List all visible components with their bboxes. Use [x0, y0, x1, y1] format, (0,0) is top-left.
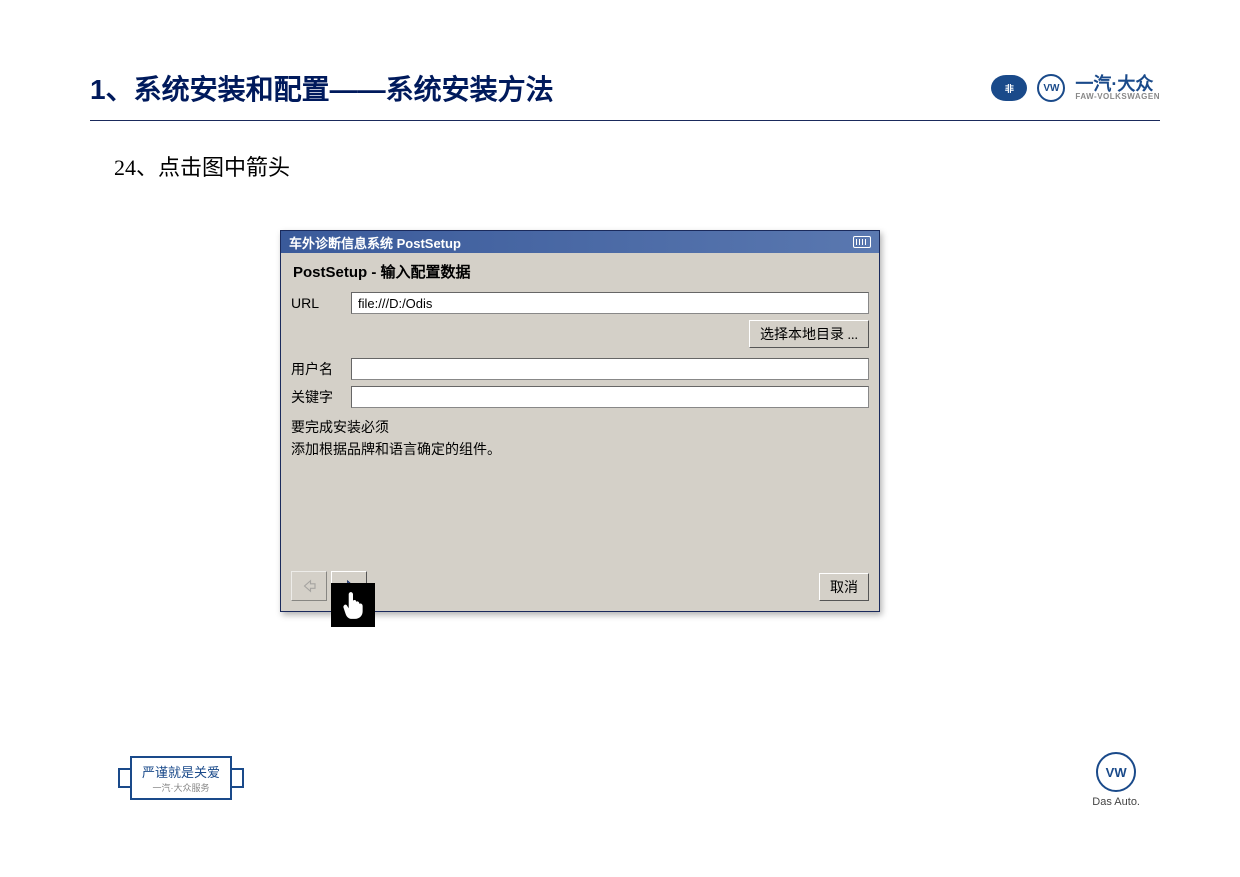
header-logos: 非 VW 一汽·大众 FAW-VOLKSWAGEN — [991, 74, 1160, 102]
url-row: URL — [291, 292, 869, 314]
nav-row: 取消 — [291, 571, 869, 601]
cancel-button[interactable]: 取消 — [819, 573, 869, 601]
window-subtitle: PostSetup - 输入配置数据 — [291, 261, 869, 282]
step-instruction: 24、点击图中箭头 — [114, 150, 290, 182]
brand-sub: FAW-VOLKSWAGEN — [1075, 93, 1160, 101]
cursor-hand-icon — [331, 583, 375, 627]
username-label: 用户名 — [291, 359, 351, 379]
browse-row: 选择本地目录 ... — [291, 320, 869, 348]
faw-logo-icon: 非 — [991, 75, 1027, 101]
header-divider — [90, 120, 1160, 121]
username-row: 用户名 — [291, 358, 869, 380]
vw-logo-icon: VW — [1037, 74, 1065, 102]
browse-button[interactable]: 选择本地目录 ... — [749, 320, 869, 348]
url-label: URL — [291, 295, 351, 311]
header-row: 1、系统安装和配置——系统安装方法 非 VW 一汽·大众 FAW-VOLKSWA… — [90, 68, 1160, 108]
nav-left — [291, 571, 367, 601]
badge-main: 严谨就是关爱 — [142, 765, 220, 780]
keyword-input[interactable] — [351, 386, 869, 408]
brand-text: 一汽·大众 FAW-VOLKSWAGEN — [1075, 75, 1160, 101]
vw-logo-footer-icon: VW — [1096, 752, 1136, 792]
postsetup-window: 车外诊断信息系统 PostSetup PostSetup - 输入配置数据 UR… — [280, 230, 880, 612]
back-button[interactable] — [291, 571, 327, 601]
footer-badge: 严谨就是关爱 一汽·大众服务 — [130, 756, 232, 800]
window-body: PostSetup - 输入配置数据 URL 选择本地目录 ... 用户名 关键… — [281, 253, 879, 611]
dasauto-text: Das Auto. — [1092, 796, 1140, 808]
footer-vw: VW Das Auto. — [1092, 752, 1140, 808]
window-titlebar[interactable]: 车外诊断信息系统 PostSetup — [281, 231, 879, 253]
arrow-left-icon — [299, 577, 319, 595]
page-title: 1、系统安装和配置——系统安装方法 — [90, 68, 554, 108]
url-input[interactable] — [351, 292, 869, 314]
info-text: 要完成安装必须 添加根据品牌和语言确定的组件。 — [291, 416, 869, 461]
brand-main: 一汽·大众 — [1075, 74, 1153, 94]
keyword-label: 关键字 — [291, 387, 351, 407]
username-input[interactable] — [351, 358, 869, 380]
badge-sub: 一汽·大众服务 — [142, 781, 220, 794]
window-title: 车外诊断信息系统 PostSetup — [289, 233, 461, 252]
keyword-row: 关键字 — [291, 386, 869, 408]
keyboard-icon[interactable] — [853, 236, 871, 248]
